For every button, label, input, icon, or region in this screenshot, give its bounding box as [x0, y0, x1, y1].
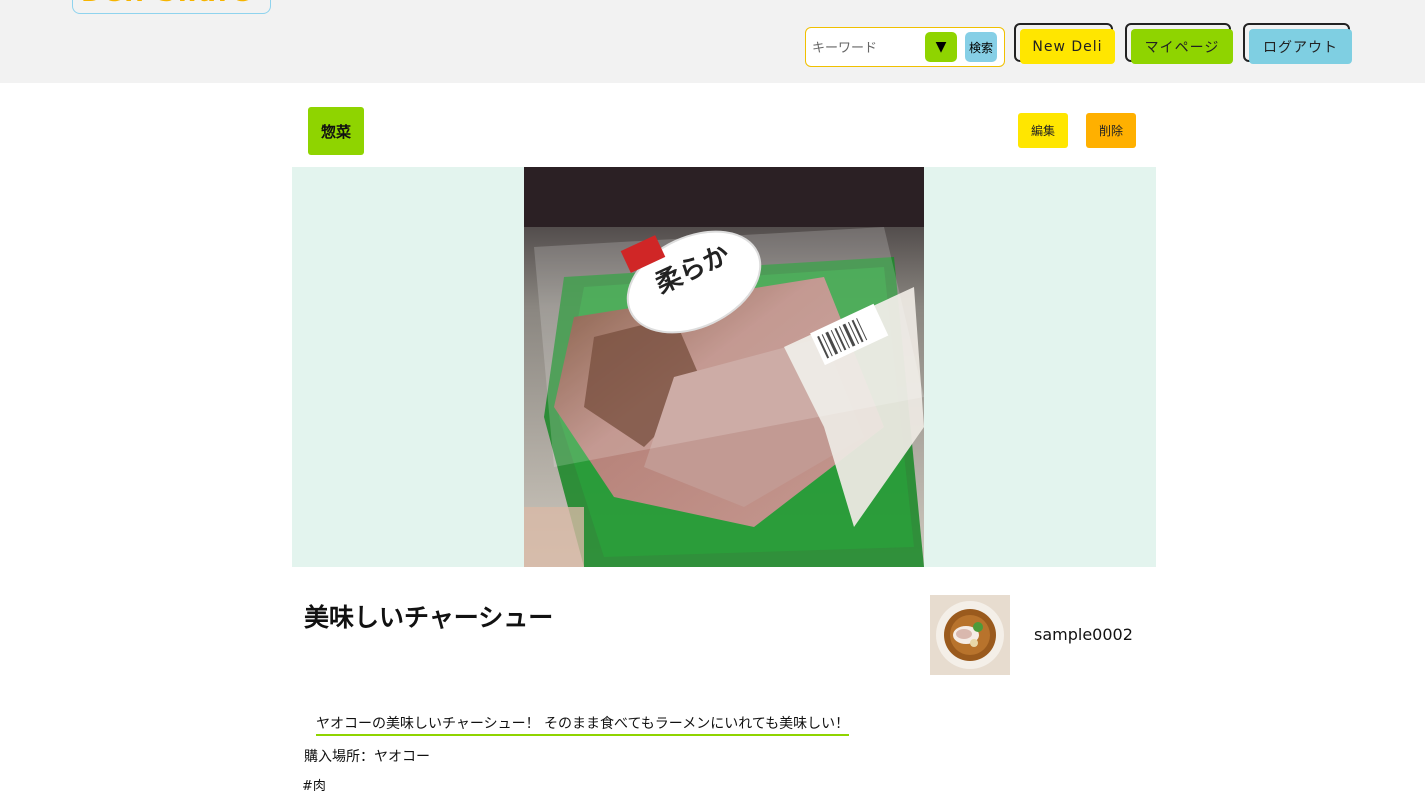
header: Deli Share ▼ 検索 New Deli マイページ ログアウト: [0, 0, 1425, 83]
author-avatar[interactable]: [930, 595, 1010, 675]
logo[interactable]: Deli Share: [72, 0, 271, 14]
logout-button[interactable]: ログアウト: [1243, 23, 1352, 64]
category-badge: 惣菜: [308, 107, 364, 155]
author-username[interactable]: sample0002: [1034, 625, 1133, 644]
search-dropdown-button[interactable]: ▼: [925, 32, 957, 62]
post-description: ヤオコーの美味しいチャーシュー！ そのまま食べてもラーメンにいれても美味しい！: [316, 713, 850, 736]
mypage-button[interactable]: マイページ: [1125, 23, 1233, 64]
purchase-place: 購入場所：ヤオコー: [304, 749, 430, 765]
tag-link[interactable]: #肉: [302, 775, 326, 794]
delete-button[interactable]: 削除: [1086, 113, 1136, 148]
edit-button[interactable]: 編集: [1018, 113, 1068, 148]
post-image-area: 柔らか: [292, 167, 1156, 567]
post-photo: 柔らか: [524, 167, 924, 567]
triangle-down-icon: ▼: [935, 39, 947, 55]
post-title: 美味しいチャーシュー: [304, 603, 554, 632]
search-input[interactable]: [812, 34, 924, 62]
new-deli-button[interactable]: New Deli: [1014, 23, 1115, 64]
new-deli-label: New Deli: [1020, 29, 1115, 64]
search-button[interactable]: 検索: [965, 32, 997, 62]
mypage-label: マイページ: [1131, 29, 1233, 64]
logout-label: ログアウト: [1249, 29, 1352, 64]
search-box: ▼ 検索: [805, 27, 1005, 67]
logo-text: Deli Share: [81, 0, 252, 8]
